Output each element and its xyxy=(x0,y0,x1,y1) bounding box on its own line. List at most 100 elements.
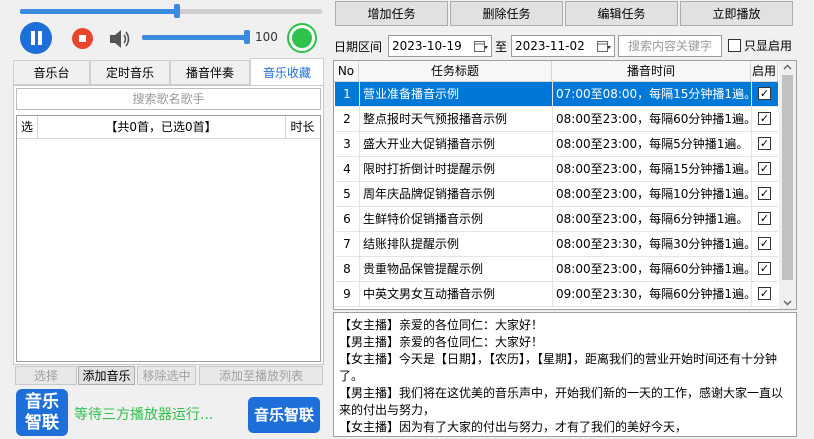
task-title: 整点报时天气预报播音示例 xyxy=(360,107,553,131)
add-to-playlist-button[interactable]: 添加至播放列表 xyxy=(199,366,323,385)
music-search-input[interactable]: 搜索歌名歌手 xyxy=(16,88,321,110)
tab-music-favorites[interactable]: 音乐收藏 xyxy=(250,58,324,86)
task-enabled-checkbox[interactable]: ✓ xyxy=(758,287,771,300)
col-duration-header[interactable]: 时长 xyxy=(285,116,320,138)
delete-task-button[interactable]: 删除任务 xyxy=(450,1,563,26)
task-enabled-cell: ✓ xyxy=(752,132,778,156)
task-time: 08:00至23:00，每隔60分钟播1遍。 xyxy=(553,107,752,131)
task-enabled-checkbox[interactable]: ✓ xyxy=(758,237,771,250)
volume-slider-thumb[interactable] xyxy=(244,30,250,44)
task-row[interactable]: 2 整点报时天气预报播音示例 08:00至23:00，每隔60分钟播1遍。 ✓ xyxy=(335,107,778,132)
task-enabled-cell: ✓ xyxy=(752,157,778,181)
task-no: 1 xyxy=(335,82,360,106)
task-row[interactable]: 9 中英文男女互动播音示例 09:00至23:30，每隔60分钟播1遍。 ✓ xyxy=(335,282,778,307)
col-time-header[interactable]: 播音时间 xyxy=(552,61,751,82)
task-row[interactable]: 1 营业准备播音示例 07:00至08:00，每隔15分钟播1遍。 ✓ xyxy=(335,82,778,107)
only-enabled-checkbox[interactable] xyxy=(728,39,741,52)
tab-music-station[interactable]: 音乐台 xyxy=(13,60,90,85)
task-no: 5 xyxy=(335,182,360,206)
task-title: 结账排队提醒示例 xyxy=(360,232,553,256)
task-no: 2 xyxy=(335,107,360,131)
player-status-text: 等待三方播放器运行... xyxy=(74,407,214,423)
start-date-value: 2023-10-19 xyxy=(392,39,462,53)
task-time: 08:00至23:00，每隔6分钟播1遍。 xyxy=(553,207,752,231)
stop-button[interactable] xyxy=(72,28,93,49)
logo-line-2: 智联 xyxy=(25,413,59,433)
col-no-header[interactable]: No xyxy=(334,61,359,82)
music-table: 选 【共0首，已选0首】 时长 xyxy=(16,115,321,362)
volume-slider-fill xyxy=(142,35,247,40)
task-row[interactable]: 7 结账排队提醒示例 08:00至23:30，每隔30分钟播1遍。 ✓ xyxy=(335,232,778,257)
music-table-header: 选 【共0首，已选0首】 时长 xyxy=(17,116,320,139)
calendar-icon xyxy=(597,41,611,52)
remove-selected-button[interactable]: 移除选中 xyxy=(137,366,196,385)
play-now-button[interactable]: 立即播放 xyxy=(680,1,793,26)
brand-button[interactable]: 音乐智联 xyxy=(248,397,320,433)
task-enabled-cell: ✓ xyxy=(752,107,778,131)
task-title: 限时打折倒计时提醒示例 xyxy=(360,157,553,181)
task-title: 贵重物品保管提醒示例 xyxy=(360,257,553,281)
task-row[interactable]: 6 生鲜特价促销播音示例 08:00至23:00，每隔6分钟播1遍。 ✓ xyxy=(335,207,778,232)
date-range-to-label: 至 xyxy=(495,40,508,54)
task-enabled-checkbox[interactable]: ✓ xyxy=(758,262,771,275)
col-title-header[interactable]: 任务标题 xyxy=(359,61,552,82)
task-no: 8 xyxy=(335,257,360,281)
calendar-icon xyxy=(474,41,488,52)
task-enabled-checkbox[interactable]: ✓ xyxy=(758,187,771,200)
task-enabled-checkbox[interactable]: ✓ xyxy=(758,87,771,100)
task-time: 08:00至23:00，每隔10分钟播1遍。 xyxy=(553,182,752,206)
task-time: 08:00至23:00，每隔15分钟播1遍。 xyxy=(553,157,752,181)
scroll-up-icon[interactable] xyxy=(783,64,792,70)
task-no: 7 xyxy=(335,232,360,256)
task-time: 08:00至23:30，每隔30分钟播1遍。 xyxy=(553,232,752,256)
only-enabled-label[interactable]: 只显启用 xyxy=(744,37,804,53)
edit-task-button[interactable]: 编辑任务 xyxy=(565,1,678,26)
task-enabled-checkbox[interactable]: ✓ xyxy=(758,112,771,125)
task-enabled-checkbox[interactable]: ✓ xyxy=(758,162,771,175)
task-title: 生鲜特价促销播音示例 xyxy=(360,207,553,231)
volume-icon[interactable] xyxy=(108,28,132,50)
player-progress-track[interactable] xyxy=(20,9,322,14)
task-enabled-cell: ✓ xyxy=(752,182,778,206)
task-no: 4 xyxy=(335,157,360,181)
task-row[interactable]: 4 限时打折倒计时提醒示例 08:00至23:00，每隔15分钟播1遍。 ✓ xyxy=(335,157,778,182)
task-row[interactable]: 3 盛大开业大促销播音示例 08:00至23:00，每隔5分钟播1遍。 ✓ xyxy=(335,132,778,157)
add-music-button[interactable]: 添加音乐 xyxy=(78,366,135,385)
end-date-picker[interactable]: 2023-11-02 xyxy=(511,35,615,57)
task-enabled-checkbox[interactable]: ✓ xyxy=(758,212,771,225)
task-enabled-cell: ✓ xyxy=(752,232,778,256)
app-logo: 音乐 智联 xyxy=(16,389,68,436)
scroll-down-icon[interactable] xyxy=(783,300,792,306)
task-time: 08:00至23:00，每隔5分钟播1遍。 xyxy=(553,132,752,156)
volume-slider-track[interactable] xyxy=(142,35,247,40)
task-time: 08:00至23:00，每隔60分钟播1遍。 xyxy=(553,257,752,281)
end-date-value: 2023-11-02 xyxy=(515,39,585,53)
script-line: 【女主播】因为有了大家的付出与努力，才有了我们的美好今天， xyxy=(339,420,688,434)
keyword-search-input[interactable]: 搜索内容关键字 xyxy=(618,35,722,57)
task-table-scrollbar[interactable] xyxy=(779,61,796,309)
script-line: 【男主播】亲爱的各位同仁：大家好！ xyxy=(339,335,544,349)
scrollbar-thumb[interactable] xyxy=(782,75,793,280)
broadcast-script-text[interactable]: 【女主播】亲爱的各位同仁：大家好！ 【男主播】亲爱的各位同仁：大家好！ 【女主播】今… xyxy=(333,312,797,437)
date-range-label: 日期区间 xyxy=(334,40,383,54)
start-date-picker[interactable]: 2023-10-19 xyxy=(388,35,492,57)
col-enabled-header[interactable]: 启用 xyxy=(751,61,778,82)
task-enabled-cell: ✓ xyxy=(752,257,778,281)
select-button[interactable]: 选择 xyxy=(15,366,77,385)
task-row[interactable]: 8 贵重物品保管提醒示例 08:00至23:00，每隔60分钟播1遍。 ✓ xyxy=(335,257,778,282)
col-select-header[interactable]: 选 xyxy=(17,116,38,138)
task-enabled-checkbox[interactable]: ✓ xyxy=(758,137,771,150)
task-title: 盛大开业大促销播音示例 xyxy=(360,132,553,156)
volume-value: 100 xyxy=(255,30,278,44)
tab-scheduled-music[interactable]: 定时音乐 xyxy=(90,60,170,85)
player-progress-thumb[interactable] xyxy=(174,4,181,18)
task-row[interactable]: 5 周年庆品牌促销播音示例 08:00至23:00，每隔10分钟播1遍。 ✓ xyxy=(335,182,778,207)
tab-broadcast-accompaniment[interactable]: 播音伴奏 xyxy=(170,60,250,85)
task-time: 09:00至23:30，每隔60分钟播1遍。 xyxy=(553,282,752,306)
task-no: 9 xyxy=(335,282,360,306)
pause-button[interactable] xyxy=(20,22,52,54)
add-task-button[interactable]: 增加任务 xyxy=(335,1,448,26)
task-enabled-cell: ✓ xyxy=(752,82,778,106)
script-line: 【女主播】今天是【日期】，【农历】，【星期】，距离我们的营业开始时间还有十分钟了… xyxy=(339,352,778,383)
music-count-summary: 【共0首，已选0首】 xyxy=(37,116,286,138)
